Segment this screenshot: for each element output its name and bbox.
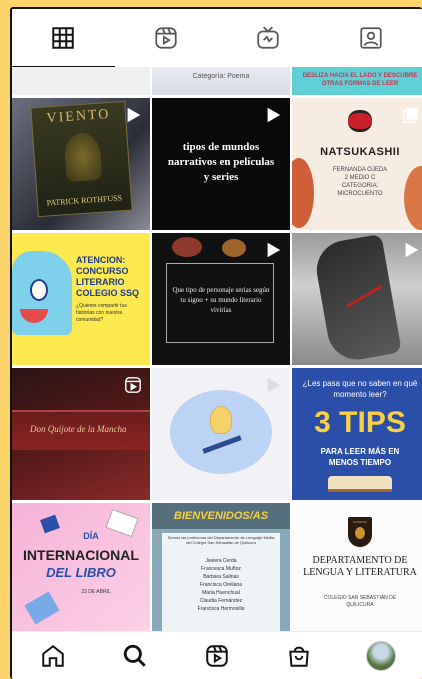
post-caption: Categoría: Poema (192, 73, 250, 80)
book-spine-text: Don Quijote de la Mancha (30, 424, 127, 434)
post-title-line: DÍA (83, 531, 99, 541)
post-tile[interactable]: DÍA INTERNACIONAL DEL LIBRO 23 DE ABRIL (12, 503, 150, 639)
zodiac-decoration (222, 239, 246, 257)
post-caption: FERNANDA OJEDA 2 MEDIO C CATEGORIA: MICR… (332, 167, 388, 197)
nav-reels[interactable] (197, 636, 237, 676)
reel-indicator (402, 106, 420, 124)
igtv-icon (257, 26, 279, 49)
tab-igtv[interactable] (217, 9, 320, 67)
play-icon (267, 377, 281, 393)
post-caption: ¿Les pasa que no saben en qué momento le… (302, 379, 418, 399)
search-icon (123, 644, 146, 667)
shop-icon (289, 646, 309, 667)
book-author: PATRICK ROTHFUSS (46, 193, 123, 208)
list-item: Maria Huenchual (202, 590, 240, 596)
play-icon (267, 242, 281, 258)
post-tile[interactable] (12, 67, 150, 95)
reel-indicator (264, 241, 282, 259)
zodiac-decoration (172, 237, 202, 257)
home-icon (42, 644, 64, 667)
tab-tagged[interactable] (320, 9, 422, 67)
nav-shop[interactable] (279, 636, 319, 676)
post-tile[interactable]: COLEGIO DEPARTAMENTO DE LENGUA Y LITERAT… (292, 503, 422, 639)
book-illustration (328, 476, 392, 492)
post-title: DEPARTAMENTO DE LENGUA Y LITERATURA (303, 555, 417, 578)
tree-illustration (63, 131, 103, 183)
book-cover: VIENTO PATRICK ROTHFUSS (30, 100, 133, 218)
nav-profile[interactable] (361, 636, 401, 676)
announcement-sub: ¿Quieres compartir tus historias con nue… (76, 303, 127, 323)
reel-indicator (264, 106, 282, 124)
post-tile[interactable]: ¿Les pasa que no saben en qué momento le… (292, 368, 422, 500)
post-title-line: DEL LIBRO (46, 565, 116, 580)
post-tile[interactable]: NATSUKASHII FERNANDA OJEDA 2 MEDIO C CAT… (292, 98, 422, 230)
reel-indicator (124, 106, 142, 124)
post-title-line: INTERNACIONAL (23, 547, 139, 563)
phone-screen: Categoría: Poema DESLIZA HACIA EL LADO Y… (10, 7, 422, 679)
announcement-text: ATENCION: CONCURSO LITERARIO COLEGIO SSQ (76, 255, 140, 298)
post-tile[interactable] (152, 368, 290, 500)
reels-icon (206, 644, 228, 667)
book-sticker (24, 591, 60, 625)
nav-search[interactable] (115, 636, 155, 676)
profile-avatar (366, 640, 396, 671)
post-tile[interactable]: VIENTO PATRICK ROTHFUSS (12, 98, 150, 230)
post-date: 23 DE ABRIL (81, 589, 111, 595)
post-tile[interactable]: ATENCION: CONCURSO LITERARIO COLEGIO SSQ… (12, 233, 150, 365)
post-subtitle: PARA LEER MÁS EN MENOS TIEMPO (320, 447, 400, 467)
play-icon (267, 107, 281, 123)
crest-emblem (355, 527, 365, 539)
profile-tabs (12, 9, 422, 67)
post-tile[interactable]: DESLIZA HACIA EL LADO Y DESCUBRE OTRAS F… (292, 67, 422, 95)
play-icon (405, 242, 419, 258)
post-caption: Que tipo de personaje serias según tu si… (172, 286, 270, 314)
list-item: Francisca Orellana (200, 582, 242, 588)
tagged-icon (360, 27, 382, 49)
list-item: Claudia Fernández (199, 598, 243, 604)
play-icon (127, 107, 141, 123)
tab-reels[interactable] (115, 9, 218, 67)
lightbulb-icon (210, 406, 232, 434)
lantern-icon (348, 110, 372, 132)
list-item: Francesca Muñoz (201, 566, 241, 572)
nav-home[interactable] (33, 636, 73, 676)
post-title: 3 TIPS (314, 406, 406, 439)
crest-label: COLEGIO (353, 520, 367, 524)
post-tile[interactable]: Don Quijote de la Mancha (12, 368, 150, 500)
post-caption: DESLIZA HACIA EL LADO Y DESCUBRE OTRAS F… (302, 73, 418, 87)
post-tile[interactable]: BIENVENIDOS/AS Somos las profesoras del … (152, 503, 290, 639)
grid-icon (52, 27, 74, 49)
post-tile[interactable]: Categoría: Poema (152, 67, 290, 95)
info-card: Somos las profesoras del Departamento de… (162, 533, 280, 633)
post-title: BIENVENIDOS/AS (173, 510, 269, 522)
posts-grid: Categoría: Poema DESLIZA HACIA EL LADO Y… (12, 67, 422, 641)
mascot-eye (30, 279, 48, 301)
reel-indicator (124, 376, 142, 394)
post-caption: COLEGIO SAN SEBASTIÁN DE QUILICURA (323, 595, 397, 608)
tab-posts-grid[interactable] (12, 9, 115, 67)
post-caption: tipos de mundos narrativos en películas … (167, 141, 275, 183)
list-item: Javiera Cerda (205, 558, 237, 564)
school-crest-icon: COLEGIO (348, 517, 372, 547)
reel-indicator (264, 376, 282, 394)
post-tile[interactable]: tipos de mundos narrativos en películas … (152, 98, 290, 230)
bottom-nav (12, 631, 422, 679)
list-item: Bárbara Salinas (203, 574, 239, 580)
list-item: Francisca Hermosilla (197, 606, 245, 612)
reels-icon (155, 27, 177, 49)
post-title: NATSUKASHII (320, 146, 400, 158)
post-caption: Somos las profesoras del Departamento de… (167, 535, 275, 545)
book-title: VIENTO (46, 106, 111, 127)
post-tile[interactable]: Que tipo de personaje serias según tu si… (152, 233, 290, 365)
names-list: Javiera Cerda Francesca Muñoz Bárbara Sa… (162, 557, 280, 613)
post-tile[interactable] (292, 233, 422, 365)
carousel-icon (403, 107, 419, 123)
reel-icon (125, 377, 141, 393)
reel-indicator (402, 241, 420, 259)
